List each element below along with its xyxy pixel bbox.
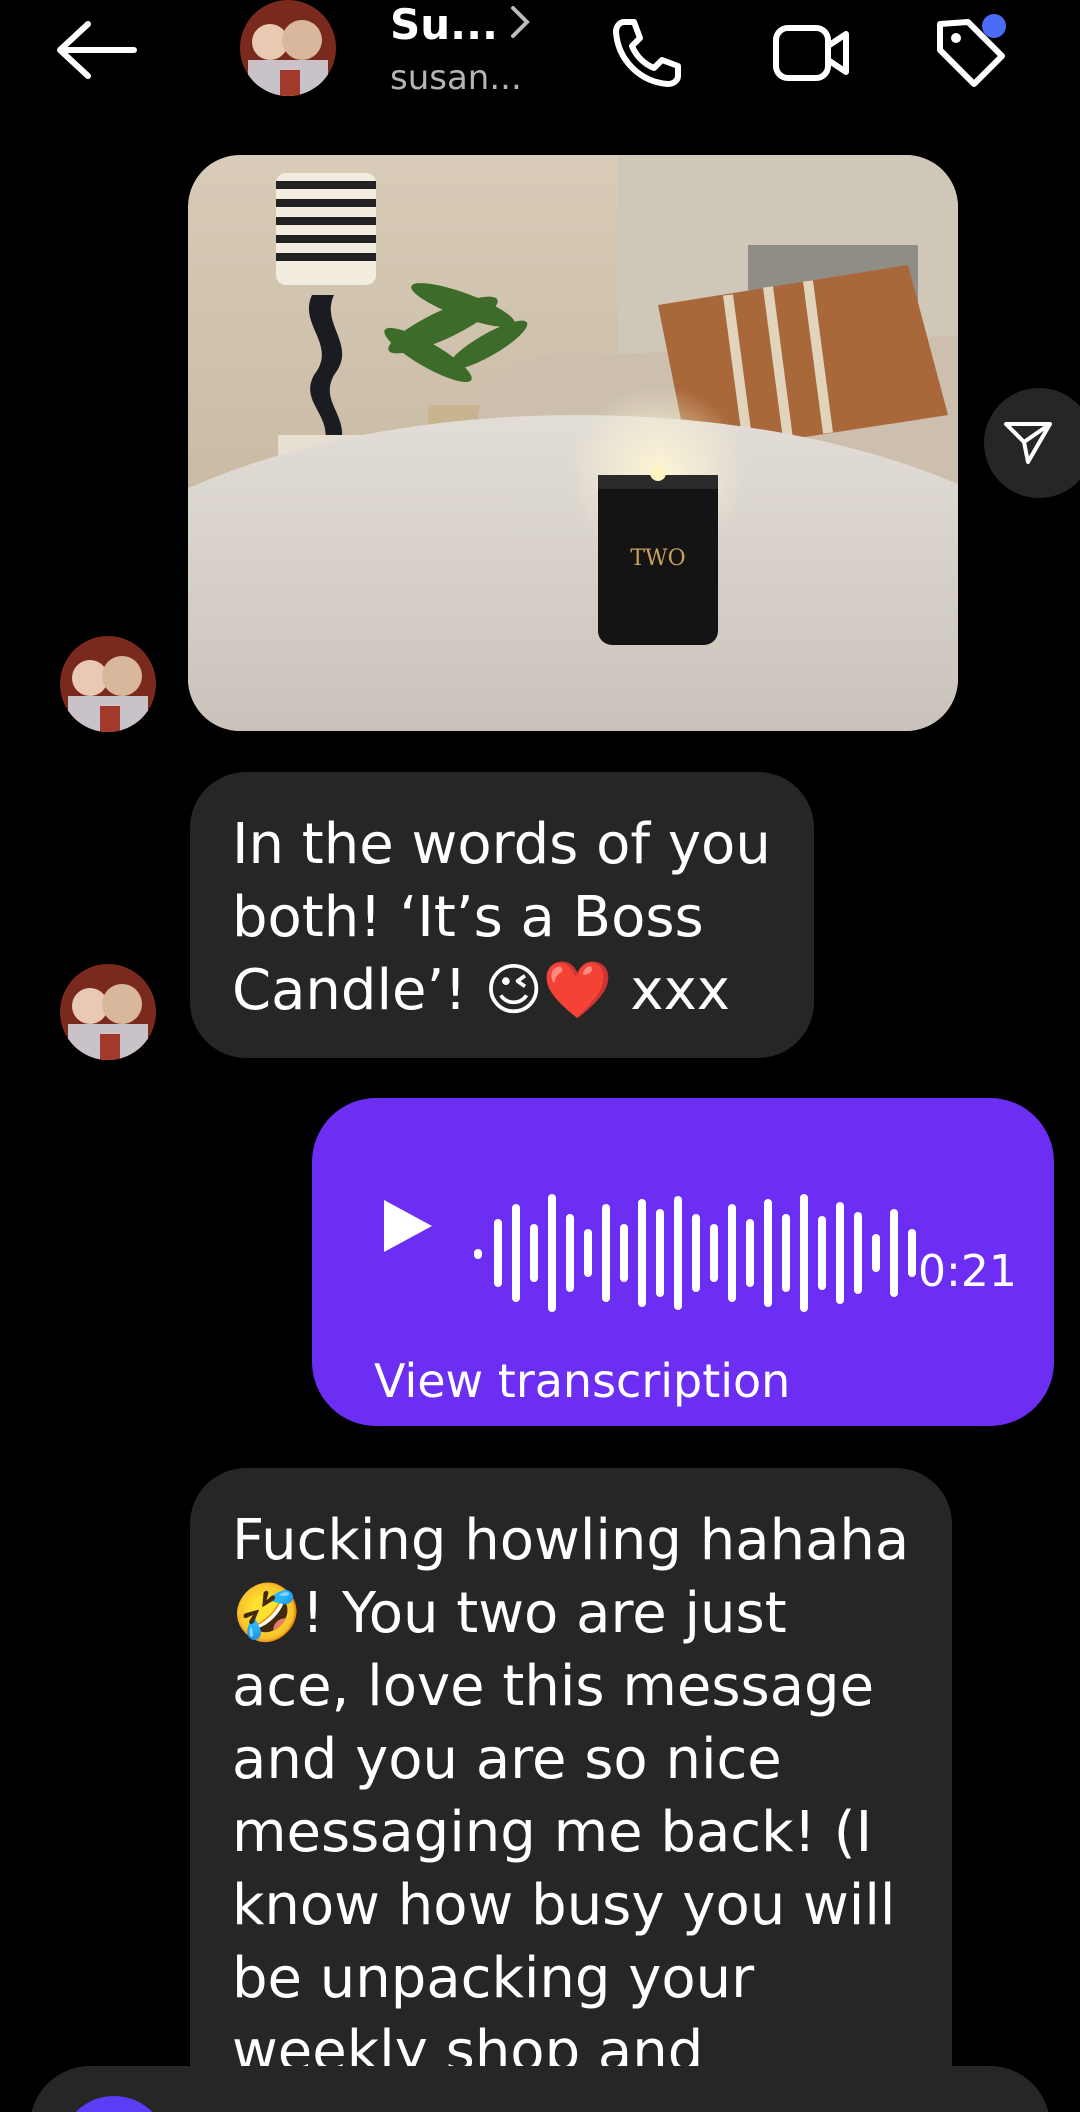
contact-username[interactable]: susan... bbox=[390, 58, 522, 98]
phone-icon bbox=[613, 19, 681, 87]
view-transcription-link[interactable]: View transcription bbox=[374, 1354, 790, 1408]
audio-waveform[interactable] bbox=[472, 1178, 932, 1328]
message-line: Candle’! 😉❤️ xxx bbox=[232, 958, 730, 1023]
tag-button[interactable] bbox=[928, 10, 1012, 94]
message-line: Fucking howling hahaha bbox=[232, 1508, 910, 1573]
video-call-button[interactable] bbox=[768, 10, 852, 94]
message-line: 🤣! You two are just bbox=[232, 1581, 787, 1646]
back-button[interactable] bbox=[50, 18, 140, 82]
notification-dot bbox=[982, 14, 1006, 38]
video-camera-icon bbox=[773, 25, 849, 81]
message-line: both! ‘It’s a Boss bbox=[232, 885, 704, 950]
message-line: and you are so nice bbox=[232, 1727, 782, 1792]
play-icon[interactable] bbox=[372, 1176, 452, 1276]
message-line: know how busy you will bbox=[232, 1873, 896, 1938]
sender-avatar[interactable] bbox=[60, 964, 156, 1060]
contact-name[interactable]: Su... bbox=[390, 0, 498, 49]
chat-header: Su... susan... bbox=[0, 0, 1080, 120]
forward-button[interactable] bbox=[984, 388, 1080, 498]
contact-avatar[interactable] bbox=[240, 0, 336, 96]
voice-message[interactable]: 0:21 View transcription bbox=[312, 1098, 1054, 1426]
arrow-left-icon bbox=[57, 21, 137, 79]
svg-text:TWO: TWO bbox=[630, 546, 685, 571]
sender-avatar[interactable] bbox=[60, 636, 156, 732]
incoming-message[interactable]: Fucking howling hahaha 🤣! You two are ju… bbox=[190, 1468, 952, 2112]
message-composer[interactable] bbox=[30, 2066, 1050, 2112]
voice-call-button[interactable] bbox=[606, 10, 690, 94]
voice-duration: 0:21 bbox=[918, 1246, 1017, 1297]
incoming-message[interactable]: In the words of you both! ‘It’s a Boss C… bbox=[190, 772, 814, 1058]
message-line: messaging me back! (I bbox=[232, 1800, 873, 1865]
send-icon bbox=[1004, 422, 1052, 464]
candle-photo: TWO bbox=[188, 155, 958, 731]
message-line: ace, love this message bbox=[232, 1654, 875, 1719]
message-line: In the words of you bbox=[232, 812, 771, 877]
photo-message[interactable]: TWO bbox=[188, 155, 958, 731]
chevron-right-icon[interactable] bbox=[505, 2, 535, 42]
message-line: be unpacking your bbox=[232, 1946, 755, 2011]
